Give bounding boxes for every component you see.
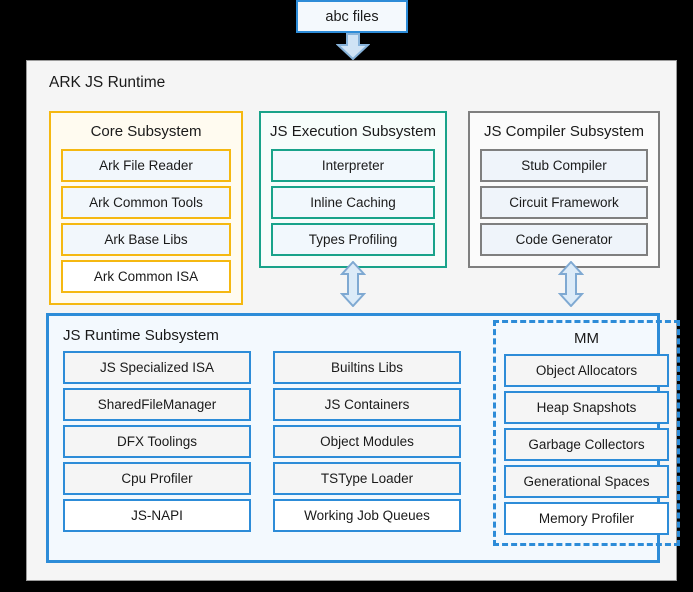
item-sharedfilemanager[interactable]: SharedFileManager xyxy=(63,388,251,421)
item-object-modules[interactable]: Object Modules xyxy=(273,425,461,458)
item-code-generator[interactable]: Code Generator xyxy=(480,223,648,256)
item-memory-profiler[interactable]: Memory Profiler xyxy=(504,502,669,535)
item-interpreter[interactable]: Interpreter xyxy=(271,149,435,182)
item-ark-file-reader[interactable]: Ark File Reader xyxy=(61,149,231,182)
item-ark-common-tools[interactable]: Ark Common Tools xyxy=(61,186,231,219)
double-arrow-vertical-icon-compiler xyxy=(558,261,584,307)
abc-files-label: abc files xyxy=(325,8,379,25)
item-js-containers[interactable]: JS Containers xyxy=(273,388,461,421)
item-tstype-loader[interactable]: TSType Loader xyxy=(273,462,461,495)
js-runtime-column-1: JS Specialized ISA SharedFileManager DFX… xyxy=(63,351,251,532)
group-mm: MM Object Allocators Heap Snapshots Garb… xyxy=(493,320,680,546)
arrow-down-icon xyxy=(336,33,370,60)
js-execution-subsystem-title: JS Execution Subsystem xyxy=(270,123,436,140)
item-stub-compiler[interactable]: Stub Compiler xyxy=(480,149,648,182)
item-generational-spaces[interactable]: Generational Spaces xyxy=(504,465,669,498)
item-object-allocators[interactable]: Object Allocators xyxy=(504,354,669,387)
item-garbage-collectors[interactable]: Garbage Collectors xyxy=(504,428,669,461)
mm-title: MM xyxy=(574,330,599,347)
item-inline-caching[interactable]: Inline Caching xyxy=(271,186,435,219)
core-subsystem-title: Core Subsystem xyxy=(90,123,202,140)
group-js-compiler-subsystem: JS Compiler Subsystem Stub Compiler Circ… xyxy=(468,111,660,268)
group-js-execution-subsystem: JS Execution Subsystem Interpreter Inlin… xyxy=(259,111,447,268)
js-compiler-subsystem-items: Stub Compiler Circuit Framework Code Gen… xyxy=(470,149,658,266)
input-source-area: abc files xyxy=(0,0,693,60)
item-dfx-toolings[interactable]: DFX Toolings xyxy=(63,425,251,458)
item-heap-snapshots[interactable]: Heap Snapshots xyxy=(504,391,669,424)
item-ark-base-libs[interactable]: Ark Base Libs xyxy=(61,223,231,256)
item-ark-common-isa[interactable]: Ark Common ISA xyxy=(61,260,231,293)
js-runtime-column-2: Builtins Libs JS Containers Object Modul… xyxy=(273,351,461,532)
item-cpu-profiler[interactable]: Cpu Profiler xyxy=(63,462,251,495)
double-arrow-vertical-icon-execution xyxy=(340,261,366,307)
js-runtime-columns: JS Specialized ISA SharedFileManager DFX… xyxy=(49,320,680,546)
item-builtins-libs[interactable]: Builtins Libs xyxy=(273,351,461,384)
ark-js-runtime-panel: ARK JS Runtime Core Subsystem Ark File R… xyxy=(26,60,680,581)
item-js-napi[interactable]: JS-NAPI xyxy=(63,499,251,532)
page-title: ARK JS Runtime xyxy=(49,74,166,91)
group-js-runtime-subsystem: JS Runtime Subsystem JS Specialized ISA … xyxy=(46,313,680,563)
js-execution-subsystem-items: Interpreter Inline Caching Types Profili… xyxy=(261,149,445,266)
item-working-job-queues[interactable]: Working Job Queues xyxy=(273,499,461,532)
mm-items: Object Allocators Heap Snapshots Garbage… xyxy=(496,354,677,535)
item-types-profiling[interactable]: Types Profiling xyxy=(271,223,435,256)
group-core-subsystem: Core Subsystem Ark File Reader Ark Commo… xyxy=(49,111,243,305)
core-subsystem-items: Ark File Reader Ark Common Tools Ark Bas… xyxy=(51,149,241,303)
item-circuit-framework[interactable]: Circuit Framework xyxy=(480,186,648,219)
abc-files-box: abc files xyxy=(296,0,408,33)
js-compiler-subsystem-title: JS Compiler Subsystem xyxy=(483,123,645,140)
item-js-specialized-isa[interactable]: JS Specialized ISA xyxy=(63,351,251,384)
